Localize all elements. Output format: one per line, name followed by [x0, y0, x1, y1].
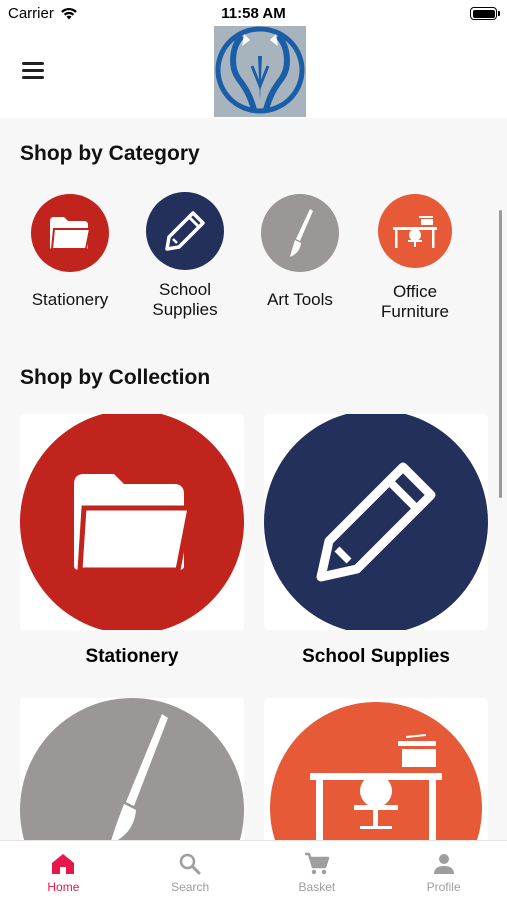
- category-art-tools[interactable]: Art Tools: [245, 194, 355, 310]
- hamburger-icon: [22, 62, 44, 65]
- folder-icon: [20, 414, 244, 630]
- app-header: [0, 26, 507, 118]
- tab-label: Profile: [426, 880, 461, 894]
- paintbrush-icon: [261, 194, 339, 272]
- scrollbar[interactable]: [499, 210, 502, 498]
- tab-home[interactable]: Home: [0, 841, 127, 900]
- category-school-supplies[interactable]: School Supplies: [130, 192, 240, 320]
- battery-icon: [470, 7, 500, 20]
- tab-label: Basket: [298, 880, 336, 894]
- brand-logo: [214, 26, 306, 117]
- collection-section-title: Shop by Collection: [20, 366, 211, 389]
- tab-label: Search: [171, 880, 210, 894]
- menu-button[interactable]: [22, 62, 48, 82]
- profile-icon: [433, 854, 454, 874]
- search-icon: [179, 853, 201, 875]
- category-office-furniture[interactable]: Office Furniture: [360, 194, 470, 322]
- collection-card-office-furniture[interactable]: [264, 698, 488, 840]
- category-label: Stationery: [31, 290, 109, 309]
- collection-label: School Supplies: [302, 646, 450, 667]
- home-icon: [52, 854, 75, 874]
- tab-search[interactable]: Search: [127, 841, 254, 900]
- category-section-title: Shop by Category: [20, 142, 200, 165]
- pencil-icon: [264, 414, 488, 630]
- cart-icon: [304, 852, 330, 875]
- status-bar: Carrier 11:58 AM: [0, 0, 507, 26]
- collection-label: Stationery: [85, 646, 179, 667]
- clock: 11:58 AM: [221, 5, 286, 22]
- category-label: School Supplies: [152, 280, 218, 319]
- collection-card-school-supplies[interactable]: [264, 414, 488, 630]
- pencil-icon: [146, 192, 224, 270]
- tab-label: Home: [47, 880, 80, 894]
- collection-card-art-tools[interactable]: [20, 698, 244, 840]
- category-label: Art Tools: [267, 290, 333, 309]
- paintbrush-icon: [20, 698, 244, 840]
- collection-card-stationery[interactable]: [20, 414, 244, 630]
- desk-icon: [270, 702, 482, 840]
- category-stationery[interactable]: Stationery: [15, 194, 125, 310]
- tab-profile[interactable]: Profile: [380, 841, 507, 900]
- desk-icon: [378, 194, 452, 268]
- bottom-tab-bar: Home Search Basket Profile: [0, 840, 507, 900]
- category-label: Office Furniture: [380, 282, 450, 321]
- folder-icon: [31, 194, 109, 272]
- logo-emblem: [214, 26, 306, 117]
- tab-basket[interactable]: Basket: [254, 841, 381, 900]
- home-content[interactable]: Shop by Category Stationery School Suppl…: [0, 118, 507, 840]
